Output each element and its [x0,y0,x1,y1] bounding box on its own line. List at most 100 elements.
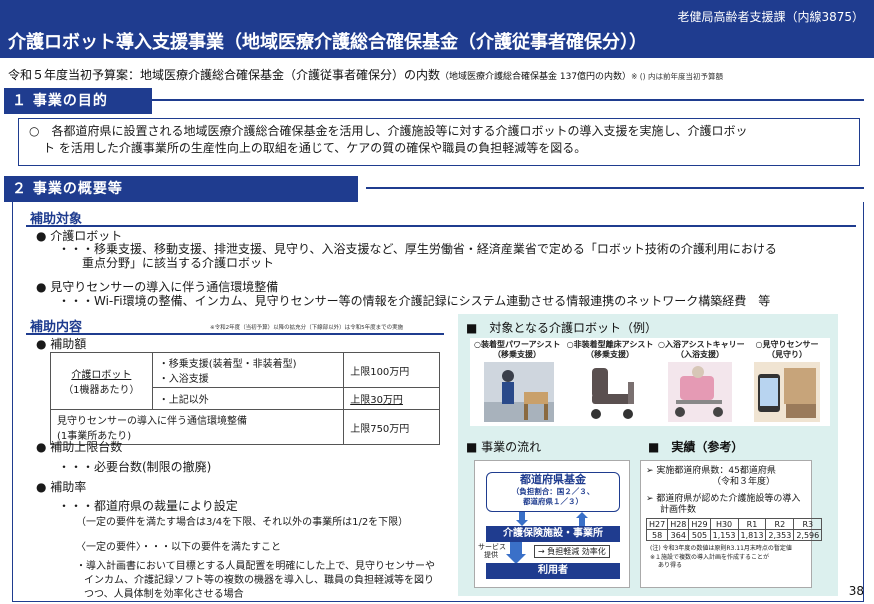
page-number: 38 [848,584,864,598]
target-item-2: ● 見守りセンサーの導入に伴う通信環境整備 [36,280,279,294]
row1-items2: ・入浴支援 [158,374,209,385]
fund-sub-2: 都道府県１／３） [523,497,583,506]
robot-1-label: ○装着型パワーアシスト （移乗支援） [474,340,560,359]
req-title: 〈一定の要件〉・・・以下の要件を満たすこと [76,542,281,553]
page-title: 介護ロボット導入支援事業（地域医療介護総合確保基金（介護従事者確保分）） [8,32,647,53]
service-arrow [506,542,526,564]
robot-4-name: ○見守りセンサー [755,340,819,349]
bath-carry-image [668,362,732,422]
rate-label: 補助率 [50,480,87,494]
facility-box: 介護保険施設・事業所 [486,526,620,542]
record-count-cell: 505 [688,529,711,541]
section1-title: １ 事業の目的 [4,88,152,114]
target-item-1-title: 介護ロボット [50,229,123,243]
user-box: 利用者 [486,563,620,579]
bed-assist-image [578,362,644,422]
robot-unit: （1機器あたり） [63,385,140,396]
row1-items-cell: ・移乗支援(装着型・非装着型) ・入浴支援 [151,352,345,388]
record-count-cell: 364 [667,529,690,541]
target-item-1-desc-1: ・・・移乗支援、移動支援、排泄支援、見守り、入浴支援など、厚生労働省・経済産業省… [58,242,777,256]
record-table: H27 H28 H29 H30 R1 R2 R3 58 364 505 1,153 1,813 2,3… [645,518,823,541]
record-count-cell: 2,596 [793,529,823,541]
record-note-3: あり得る [658,562,683,569]
record-year-cell: R2 [765,518,795,530]
section2-rule [366,187,864,189]
purpose-line-1: ○ 各都道府県に設置される地域医療介護総合確保基金を活用し、介護施設等に対する介… [29,124,748,138]
table-row: H27 H28 H29 H30 R1 R2 R3 [645,518,823,530]
robot-2-name: ○非装着型離床アシスト [566,340,654,349]
robot-1-name: ○装着型パワーアシスト [474,340,561,349]
row2-limit: 上限30万円 [343,387,440,410]
service-label: サービス 提供 [478,543,506,559]
fund-sub-1: （負担割合：国２／３、 [511,487,595,496]
service-label-1: サービス [478,543,506,551]
req-line-3: つつ、人員体制を効率化させる場合 [84,589,244,600]
record-line-2: ➢ 都道府県が認めた介護施設等の導入 [646,494,801,504]
robot-3-name: ○入浴アシストキャリー [658,340,745,349]
rate-item: ● 補助率 [36,480,87,494]
req-line-2: インカム、介護記録ソフト等の複数の機器を導入し、職員の負担軽減等を図り [84,575,434,586]
robot-4-label: ○見守りセンサー （見守り） [746,340,828,359]
header-bar: 老健局高齢者支援課（内線3875） 介護ロボット導入支援事業（地域医療介護総合確… [0,0,874,58]
record-count-cell: 58 [645,529,669,541]
robot-1-category: （移乗支援） [493,349,541,359]
target-rule [26,225,856,227]
record-year-cell: H28 [667,518,690,530]
purpose-box: ○ 各都道府県に設置される地域医療介護総合確保基金を活用し、介護施設等に対する介… [18,118,860,166]
target-item-2-title: 見守りセンサーの導入に伴う通信環境整備 [50,280,279,294]
record-note-2: ※１施設で複数の導入計画を作成することが [650,554,770,561]
rate-desc: ・・・都道府県の裁量により設定 [58,499,238,513]
budget-note: ※ () 内は前年度当初予算額 [631,72,723,81]
record-line-1: ➢ 実施都道府県数：45都道府県 [646,466,776,476]
record-line-1b: （令和３年度） [712,477,776,487]
budget-line: 令和５年度当初予算案：地域医療介護総合確保基金（介護従事者確保分）の内数（地域医… [8,66,723,83]
row1-items: ・移乗支援(装着型・非装着型) [158,359,297,370]
record-year-cell: R1 [737,518,767,530]
content-note: ※令和2年度（当初予算）以降の拡充分（下線部以外）は令和5年度までの実施 [210,325,404,331]
record-heading: ■ 実績（参考） [648,440,744,454]
record-count-cell: 2,353 [765,529,795,541]
record-note-1: (注) 令和3年度の数値は原則R3.11月末時点の暫定値 [650,545,792,552]
robot-2-label: ○非装着型離床アシスト （移乗支援） [564,340,656,359]
record-year-cell: H27 [645,518,669,530]
record-year-cell: H30 [709,518,739,530]
section2-title: ２ 事業の概要等 [4,176,358,202]
row1-limit: 上限100万円 [343,352,440,388]
record-year-cell: R3 [793,518,823,530]
row3-limit: 上限750万円 [343,409,440,445]
rate-note: （一定の要件を満たす場合は3/4を下限、それ以外の事業所は1/2を下限） [76,517,409,528]
robot-2-category: （移乗支援） [586,349,634,359]
max-units-item: ● 補助上限台数 [36,440,123,454]
department-label: 老健局高齢者支援課（内線3875） [677,10,864,24]
fund-box: 都道府県基金 （負担割合：国２／３、 都道府県１／３） [486,472,620,512]
sensor-image [754,362,820,422]
req-line-1: ・導入計画書において目標とする人員配置を明確にした上で、見守りセンサーや [76,561,435,572]
robot-label: 介護ロボット [71,370,132,381]
subsidy-amount-label: 補助額 [50,337,87,351]
purpose-line-2: ト を活用した介護事業所の生産性向上の取組を通じて、ケアの質の確保や職員の負担軽… [43,141,587,155]
robot-3-category: （入浴支援） [676,349,724,359]
record-line-2b: 計画件数 [660,505,697,515]
max-units-label: 補助上限台数 [50,440,123,454]
fund-label: 都道府県基金 [520,473,586,486]
flow-heading: ■ 事業の流れ [466,440,542,454]
row2-items: ・上記以外 [151,387,345,410]
target-item-2-desc: ・・・Wi-Fi環境の整備、インカム、見守りセンサー等の情報を介護記録にシステム… [58,294,771,308]
robot-4-category: （見守り） [767,349,807,359]
subsidy-amount-item: ● 補助額 [36,337,87,351]
robots-heading: ■ 対象となる介護ロボット（例） [466,321,657,335]
subsidy-table: 介護ロボット （1機器あたり） ・移乗支援(装着型・非装着型) ・入浴支援 上限… [49,352,440,445]
robot-3-label: ○入浴アシストキャリー （入浴支援） [658,340,745,359]
row3-label: 見守りセンサーの導入に伴う通信環境整備 [57,416,247,427]
target-item-1-desc-2: 重点分野」に該当する介護ロボット [82,256,275,270]
flow-arrows [516,512,588,526]
effect-box: → 負担軽減 効率化 [534,545,610,558]
power-assist-image [484,362,554,422]
section1-rule [152,99,864,101]
effect-label: 負担軽減 効率化 [547,547,606,556]
record-line-2-text: 都道府県が認めた介護施設等の導入 [656,494,801,504]
record-line-1-text: 実施都道府県数：45都道府県 [656,466,776,476]
service-label-2: 提供 [484,551,498,559]
max-units-desc: ・・・必要台数(制限の撤廃) [58,460,212,474]
record-count-cell: 1,153 [709,529,739,541]
